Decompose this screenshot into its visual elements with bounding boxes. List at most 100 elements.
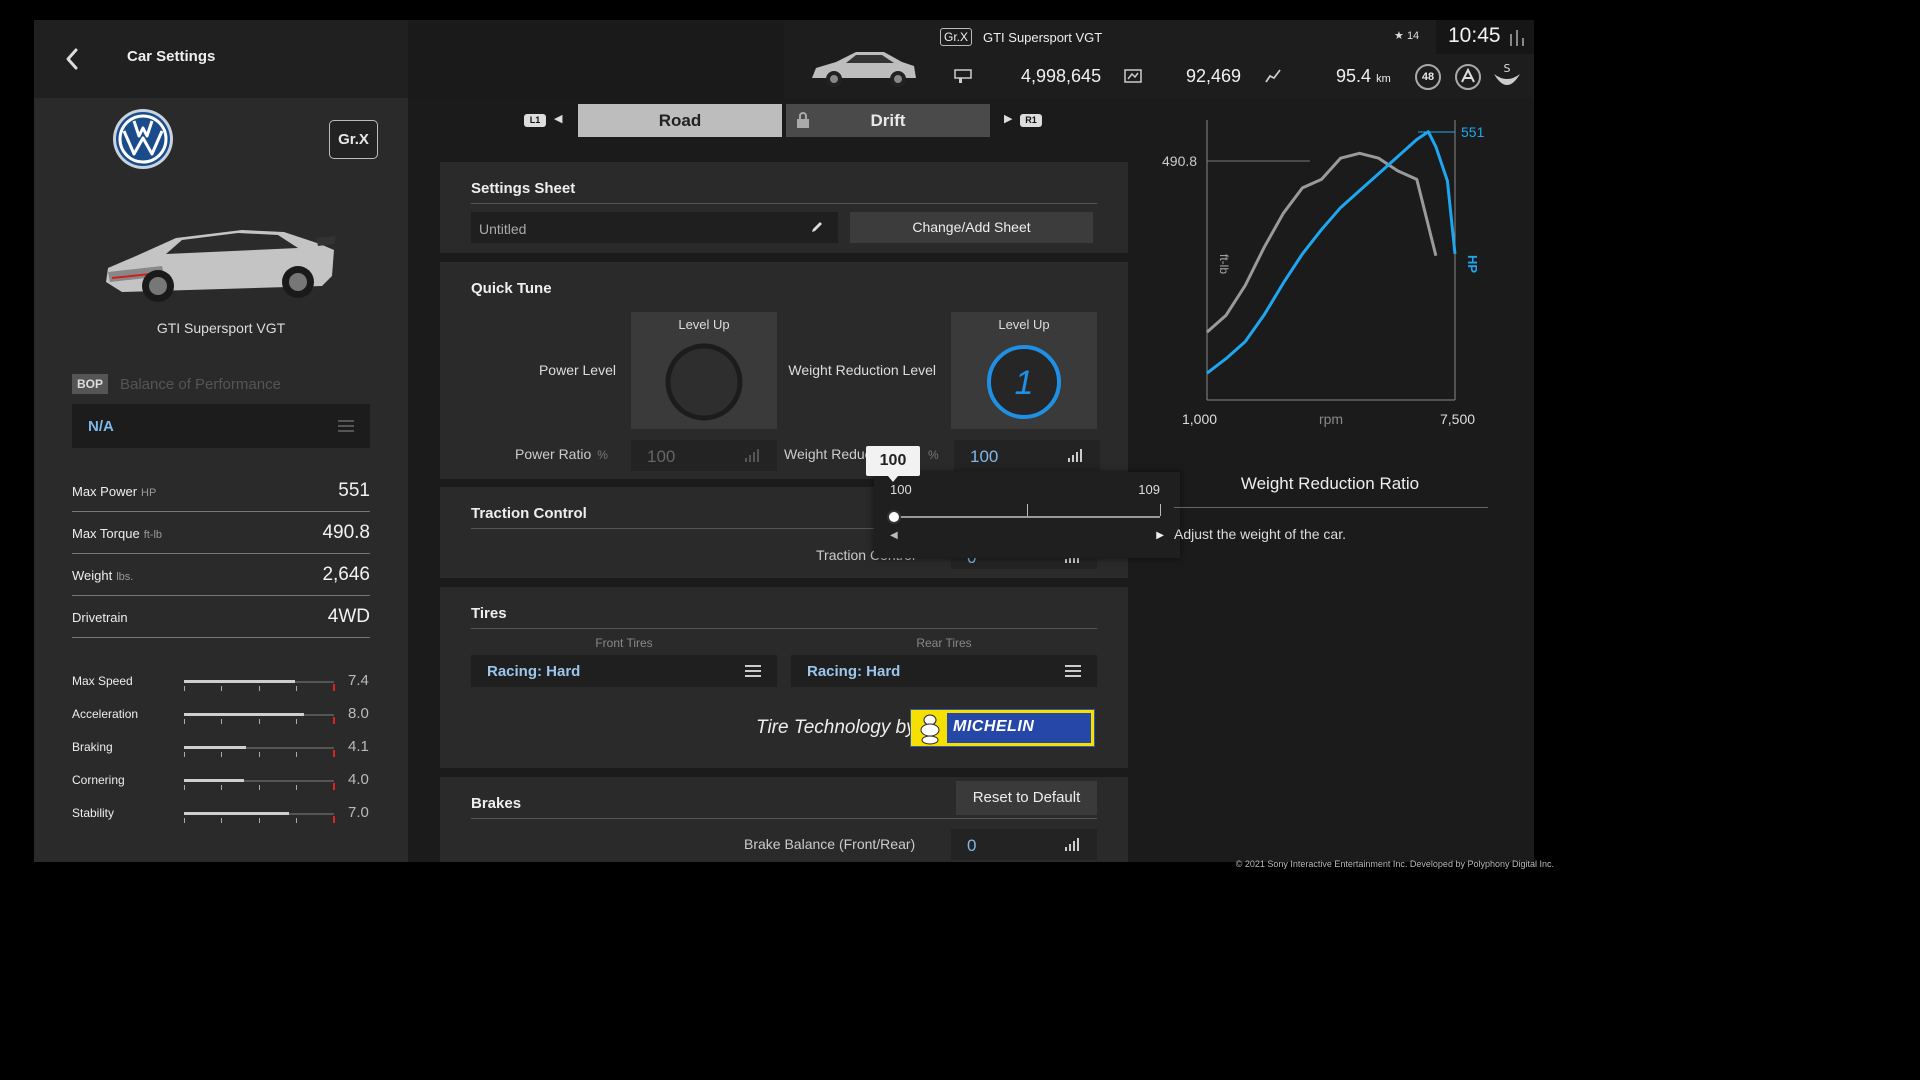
performance-tick xyxy=(221,686,222,691)
brakes-section: Brakes Reset to Default Brake Balance (F… xyxy=(440,777,1128,862)
mileage-icon xyxy=(1124,69,1142,83)
performance-tick xyxy=(259,719,260,724)
section-title: Settings Sheet xyxy=(471,180,576,197)
top-car-name: GTI Supersport VGT xyxy=(983,30,1103,45)
spec-row-max-power: Max Power HP 551 xyxy=(72,470,370,512)
network-icon xyxy=(1510,30,1524,46)
performance-tick xyxy=(296,686,297,691)
section-title: Tires xyxy=(471,605,507,622)
performance-tick xyxy=(184,785,185,790)
tab-drift[interactable]: Drift xyxy=(786,104,990,137)
performance-bar xyxy=(184,773,335,790)
performance-bar xyxy=(184,806,335,823)
info-divider xyxy=(1174,507,1488,508)
spec-unit: HP xyxy=(141,487,157,499)
performance-label: Stability xyxy=(72,806,115,820)
performance-max-marker xyxy=(333,816,335,823)
change-add-sheet-button[interactable]: Change/Add Sheet xyxy=(850,212,1093,243)
settings-sheet-section: Settings Sheet Untitled Change/Add Sheet xyxy=(440,162,1128,253)
front-tires-selector[interactable]: Racing: Hard xyxy=(471,655,777,687)
performance-tick xyxy=(296,719,297,724)
menu-icon xyxy=(338,420,354,432)
performance-label: Cornering xyxy=(72,773,125,787)
info-description: Adjust the weight of the car. xyxy=(1174,526,1346,542)
bop-label: Balance of Performance xyxy=(120,376,281,393)
menu-icon xyxy=(1065,665,1081,677)
weight-ratio-unit: % xyxy=(928,446,939,462)
back-button[interactable] xyxy=(60,44,86,74)
michelin-man-icon xyxy=(920,714,940,745)
info-title: Weight Reduction Ratio xyxy=(1240,474,1420,493)
spec-value: 490.8 xyxy=(322,522,370,543)
performance-tick xyxy=(259,785,260,790)
power-ratio-field[interactable]: 100 xyxy=(631,440,777,471)
tooltip-pointer xyxy=(888,476,898,482)
power-ratio-label-text: Power Ratio xyxy=(515,446,592,462)
spec-label-text: Max Power xyxy=(72,484,138,499)
tab-road[interactable]: Road xyxy=(578,104,782,137)
lock-icon xyxy=(797,112,809,128)
tab-drift-label: Drift xyxy=(870,111,906,130)
power-level-up-button[interactable]: Level Up xyxy=(631,312,777,429)
performance-value: 4.1 xyxy=(348,738,369,755)
power-ratio-label: Power Ratio% xyxy=(515,446,608,462)
power-level-dial xyxy=(665,343,743,421)
car-info-panel: Gr.X GTI Supersport VGT BOP Balance of P… xyxy=(34,98,408,862)
credits-value: 4,998,645 xyxy=(1021,66,1102,86)
slider-decrease-icon[interactable]: ◀ xyxy=(890,530,898,541)
performance-tick xyxy=(296,752,297,757)
copyright-notice: © 2021 Sony Interactive Entertainment In… xyxy=(1235,859,1554,869)
spec-row-max-torque: Max Torque ft-lb 490.8 xyxy=(72,512,370,554)
top-spacer xyxy=(408,20,784,98)
performance-value: 8.0 xyxy=(348,705,369,722)
bar-chart-icon xyxy=(1068,449,1082,462)
level-up-label: Level Up xyxy=(678,317,730,332)
slider-thumb[interactable] xyxy=(887,510,901,524)
car-name: GTI Supersport VGT xyxy=(156,320,286,336)
performance-bar xyxy=(184,740,335,757)
brake-balance-field[interactable]: 0 xyxy=(951,829,1097,860)
performance-tick xyxy=(221,785,222,790)
performance-tick xyxy=(184,686,185,691)
brake-balance-value: 0 xyxy=(967,836,977,855)
sheet-name-field[interactable]: Untitled xyxy=(471,212,838,243)
rear-tires-selector[interactable]: Racing: Hard xyxy=(791,655,1097,687)
spec-row-drivetrain: Drivetrain 4WD xyxy=(72,596,370,638)
app-frame: Car Settings Gr.X GTI Supersport VGT 4,9… xyxy=(34,20,1534,862)
friends-icon: ★ xyxy=(1394,30,1404,42)
slider-min-label: 100 xyxy=(890,482,912,497)
power-torque-chart: 490.8 551 ft-lb HP 1,000 rpm 7,500 xyxy=(1162,120,1485,427)
performance-value: 7.0 xyxy=(348,804,369,821)
friends-count: 14 xyxy=(1406,30,1420,42)
weight-ratio-field[interactable]: 100 xyxy=(954,440,1100,471)
menu-icon xyxy=(745,665,761,677)
weight-level-dial: 1 xyxy=(987,345,1061,419)
driver-rating-icon xyxy=(1455,64,1481,90)
car-image xyxy=(106,230,336,302)
slider-tick xyxy=(1027,504,1028,516)
sportsmanship-rating-icon: S xyxy=(1494,62,1520,85)
performance-fill xyxy=(184,680,295,683)
spec-label: Max Torque ft-lb xyxy=(72,526,162,541)
chevron-left-icon xyxy=(66,48,78,70)
volkswagen-logo xyxy=(113,109,173,169)
weight-level-value: 1 xyxy=(1015,364,1034,402)
spec-value: 551 xyxy=(338,480,370,501)
slider-value-tooltip: 100 xyxy=(866,446,920,476)
section-title: Quick Tune xyxy=(471,280,552,297)
michelin-wordmark: MICHELIN xyxy=(953,718,1035,735)
performance-tick xyxy=(259,818,260,823)
front-tires-value: Racing: Hard xyxy=(487,663,581,680)
rear-tires-value: Racing: Hard xyxy=(807,663,901,680)
credits-icon xyxy=(954,69,972,83)
power-peak-label: 551 xyxy=(1461,124,1485,140)
friends-indicator: ★ 14 xyxy=(1394,29,1419,42)
reset-to-default-button[interactable]: Reset to Default xyxy=(956,781,1097,815)
weight-reduction-level-up-button[interactable]: Level Up 1 xyxy=(951,312,1097,429)
slider-increase-icon[interactable]: ▶ xyxy=(1156,530,1164,541)
bop-selector[interactable]: N/A xyxy=(72,404,370,448)
clock: 10:45 xyxy=(1448,24,1501,47)
performance-row: Braking 4.1 xyxy=(72,736,372,760)
slider-track[interactable] xyxy=(894,516,1160,518)
mileage-points-value: 92,469 xyxy=(1186,66,1242,86)
